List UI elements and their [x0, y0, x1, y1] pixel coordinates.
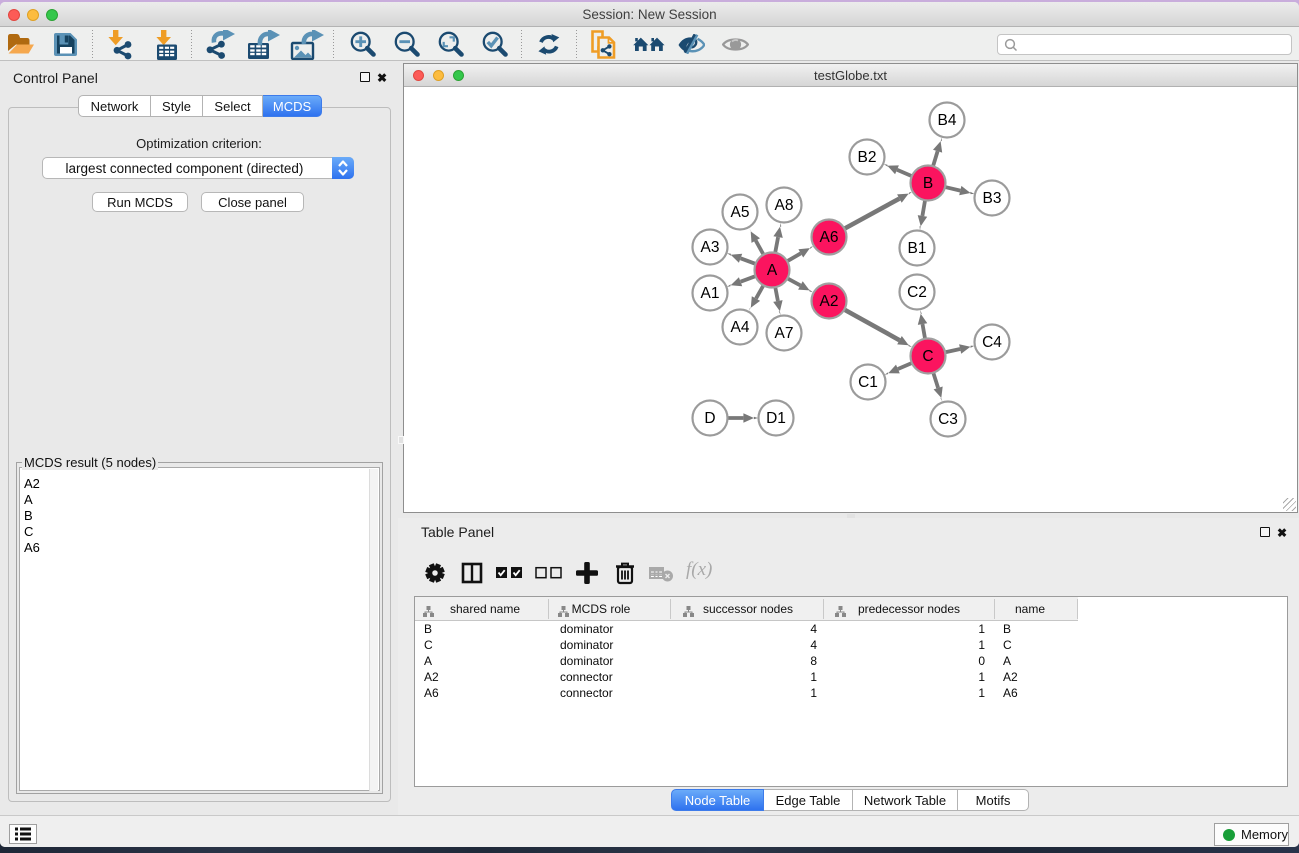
svg-text:A5: A5 — [731, 204, 750, 221]
svg-text:D: D — [704, 410, 715, 427]
svg-text:C: C — [922, 348, 933, 365]
svg-text:A6: A6 — [820, 229, 839, 246]
svg-text:B4: B4 — [938, 112, 957, 129]
svg-text:A: A — [767, 262, 778, 279]
svg-text:B2: B2 — [858, 149, 877, 166]
svg-text:D1: D1 — [766, 410, 786, 427]
svg-text:C1: C1 — [858, 374, 878, 391]
svg-text:C4: C4 — [982, 334, 1002, 351]
svg-text:A3: A3 — [701, 239, 720, 256]
svg-text:A2: A2 — [820, 293, 839, 310]
svg-text:A7: A7 — [775, 325, 794, 342]
svg-text:B: B — [923, 175, 933, 192]
svg-text:B1: B1 — [908, 240, 927, 257]
svg-text:C2: C2 — [907, 284, 927, 301]
svg-text:A8: A8 — [775, 197, 794, 214]
svg-text:A4: A4 — [731, 319, 750, 336]
svg-text:B3: B3 — [983, 190, 1002, 207]
svg-text:A1: A1 — [701, 285, 720, 302]
svg-text:C3: C3 — [938, 411, 958, 428]
